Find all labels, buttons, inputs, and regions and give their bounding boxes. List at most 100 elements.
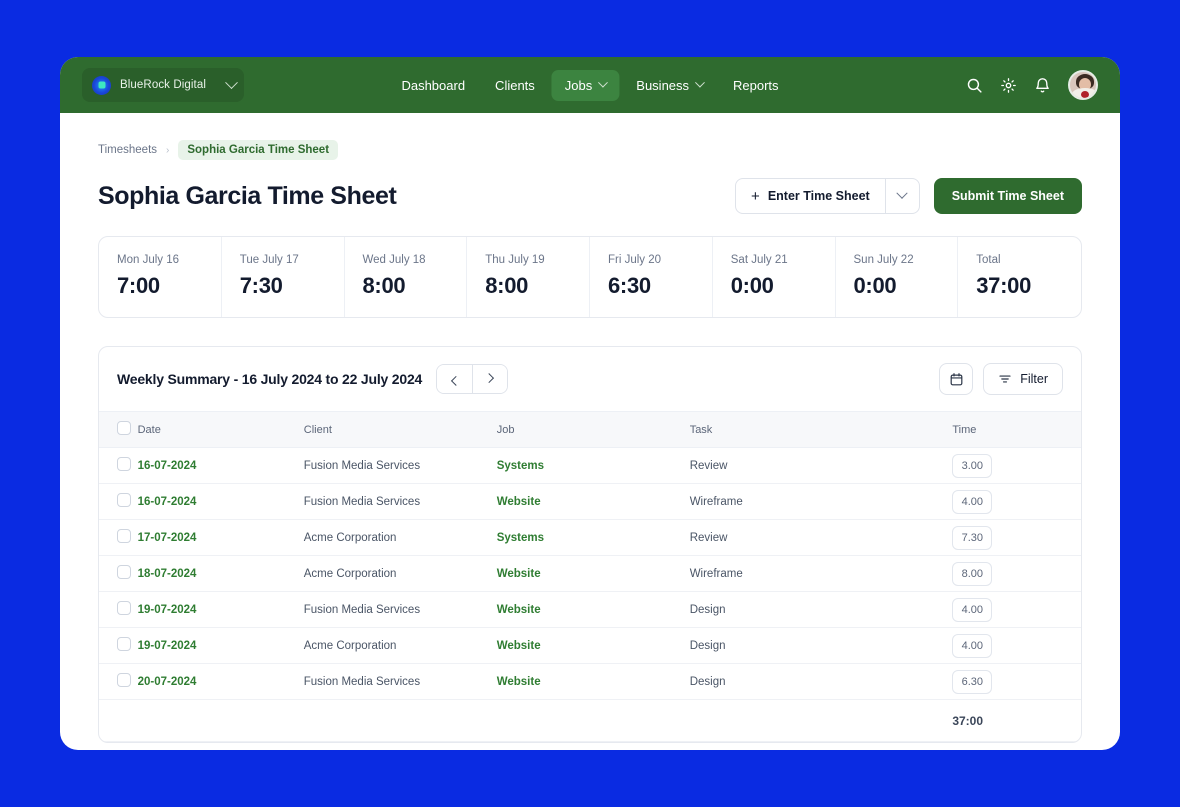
avatar[interactable]: [1068, 70, 1098, 100]
nav-label-jobs: Jobs: [564, 77, 593, 93]
column-header-date[interactable]: Date: [137, 411, 304, 448]
row-checkbox[interactable]: [117, 529, 131, 543]
select-all-cell: [99, 411, 138, 448]
chevron-left-icon: [451, 375, 462, 386]
day-card-fri: Fri July 20 6:30: [590, 237, 713, 317]
table-row[interactable]: 19-07-2024 Acme Corporation Website Desi…: [99, 627, 1081, 664]
nav-item-dashboard[interactable]: Dashboard: [388, 70, 478, 101]
filter-icon: [999, 375, 1011, 383]
cell-job: Website: [496, 627, 690, 664]
cell-time: 8.00: [952, 555, 1081, 592]
table-row[interactable]: 16-07-2024 Fusion Media Services Website…: [99, 483, 1081, 520]
page-background: BlueRock Digital Dashboard Clients Jobs …: [0, 0, 1180, 807]
title-row: Sophia Garcia Time Sheet + Enter Time Sh…: [98, 178, 1082, 214]
time-input[interactable]: 7.30: [952, 525, 993, 550]
main-content: Timesheets › Sophia Garcia Time Sheet So…: [60, 113, 1120, 750]
gear-icon[interactable]: [1000, 77, 1017, 94]
day-label: Sun July 22: [853, 254, 914, 266]
chevron-down-icon: [597, 77, 608, 88]
enter-time-sheet-label: Enter Time Sheet: [767, 189, 870, 203]
table-row[interactable]: 20-07-2024 Fusion Media Services Website…: [99, 663, 1081, 700]
bell-icon[interactable]: [1034, 77, 1051, 94]
time-input[interactable]: 4.00: [952, 633, 993, 658]
row-checkbox[interactable]: [117, 565, 131, 579]
nav-item-business[interactable]: Business: [623, 70, 716, 101]
breadcrumb-current[interactable]: Sophia Garcia Time Sheet: [178, 140, 339, 160]
time-input[interactable]: 4.00: [952, 597, 993, 622]
cell-client: Fusion Media Services: [303, 663, 497, 700]
column-header-task[interactable]: Task: [689, 411, 953, 448]
search-icon[interactable]: [966, 77, 983, 94]
next-week-button[interactable]: [472, 365, 508, 393]
chevron-right-icon: ›: [166, 144, 170, 156]
cell-date: 20-07-2024: [137, 663, 304, 700]
chevron-down-icon: [694, 77, 705, 88]
previous-week-button[interactable]: [437, 365, 473, 393]
cell-client: Acme Corporation: [303, 519, 497, 556]
time-input[interactable]: 4.00: [952, 489, 993, 514]
row-checkbox[interactable]: [117, 493, 131, 507]
cell-time: 7.30: [952, 519, 1081, 556]
table-row[interactable]: 16-07-2024 Fusion Media Services Systems…: [99, 447, 1081, 484]
day-value: 7:30: [239, 273, 283, 298]
enter-time-sheet-split-button: + Enter Time Sheet: [735, 178, 920, 214]
day-label: Fri July 20: [608, 254, 662, 266]
day-label: Total: [976, 254, 1001, 266]
enter-time-sheet-button[interactable]: + Enter Time Sheet: [736, 179, 885, 213]
select-all-checkbox[interactable]: [117, 421, 131, 435]
weekly-summary-header-left: Weekly Summary - 16 July 2024 to 22 July…: [117, 364, 509, 394]
row-checkbox[interactable]: [117, 601, 131, 615]
table-header-row: Date Client Job Task Time: [99, 411, 1081, 448]
cell-job: Systems: [496, 447, 690, 484]
cell-job: Website: [496, 663, 690, 700]
nav-item-clients[interactable]: Clients: [482, 70, 548, 101]
cell-client: Acme Corporation: [303, 555, 497, 592]
table-row[interactable]: 18-07-2024 Acme Corporation Website Wire…: [99, 555, 1081, 592]
org-name-label: BlueRock Digital: [120, 79, 206, 91]
cell-client: Acme Corporation: [303, 627, 497, 664]
time-input[interactable]: 6.30: [952, 669, 993, 694]
cell-job: Website: [496, 591, 690, 628]
day-value: 6:30: [608, 273, 651, 298]
org-switcher[interactable]: BlueRock Digital: [82, 68, 244, 102]
day-label: Sat July 21: [730, 254, 788, 266]
total-spacer-2: [137, 699, 304, 742]
cell-time: 6.30: [952, 663, 1081, 700]
row-select-cell: [99, 627, 138, 664]
table-row[interactable]: 17-07-2024 Acme Corporation Systems Revi…: [99, 519, 1081, 556]
day-card-sun: Sun July 22 0:00: [836, 237, 959, 317]
filter-button[interactable]: Filter: [983, 363, 1063, 395]
cell-task: Wireframe: [689, 483, 953, 520]
calendar-button[interactable]: [939, 363, 974, 395]
day-card-wed: Wed July 18 8:00: [345, 237, 468, 317]
row-checkbox[interactable]: [117, 673, 131, 687]
column-header-job[interactable]: Job: [496, 411, 690, 448]
day-card-tue: Tue July 17 7:30: [222, 237, 345, 317]
cell-task: Review: [689, 519, 953, 556]
nav-item-reports[interactable]: Reports: [720, 70, 792, 101]
nav-item-jobs[interactable]: Jobs: [551, 69, 620, 101]
cell-date: 18-07-2024: [137, 555, 304, 592]
bluerock-logo-icon: [92, 75, 111, 95]
table-row[interactable]: 19-07-2024 Fusion Media Services Website…: [99, 591, 1081, 628]
time-input[interactable]: 8.00: [952, 561, 993, 586]
day-summary-strip: Mon July 16 7:00 Tue July 17 7:30 Wed Ju…: [98, 236, 1082, 318]
breadcrumb-timesheets[interactable]: Timesheets: [98, 144, 157, 156]
weekly-summary-header: Weekly Summary - 16 July 2024 to 22 July…: [99, 347, 1081, 411]
nav-label-reports: Reports: [733, 77, 779, 93]
week-pager: [436, 364, 509, 394]
cell-task: Design: [689, 627, 953, 664]
cell-time: 3.00: [952, 447, 1081, 484]
time-input[interactable]: 3.00: [952, 453, 993, 478]
row-select-cell: [99, 483, 138, 520]
enter-time-sheet-dropdown-toggle[interactable]: [884, 179, 919, 213]
day-label: Wed July 18: [362, 254, 426, 266]
cell-date: 16-07-2024: [137, 483, 304, 520]
column-header-time[interactable]: Time: [952, 411, 1081, 448]
cell-time: 4.00: [952, 591, 1081, 628]
row-checkbox[interactable]: [117, 457, 131, 471]
submit-time-sheet-button[interactable]: Submit Time Sheet: [933, 178, 1082, 214]
day-card-thu: Thu July 19 8:00: [467, 237, 590, 317]
row-checkbox[interactable]: [117, 637, 131, 651]
column-header-client[interactable]: Client: [303, 411, 497, 448]
